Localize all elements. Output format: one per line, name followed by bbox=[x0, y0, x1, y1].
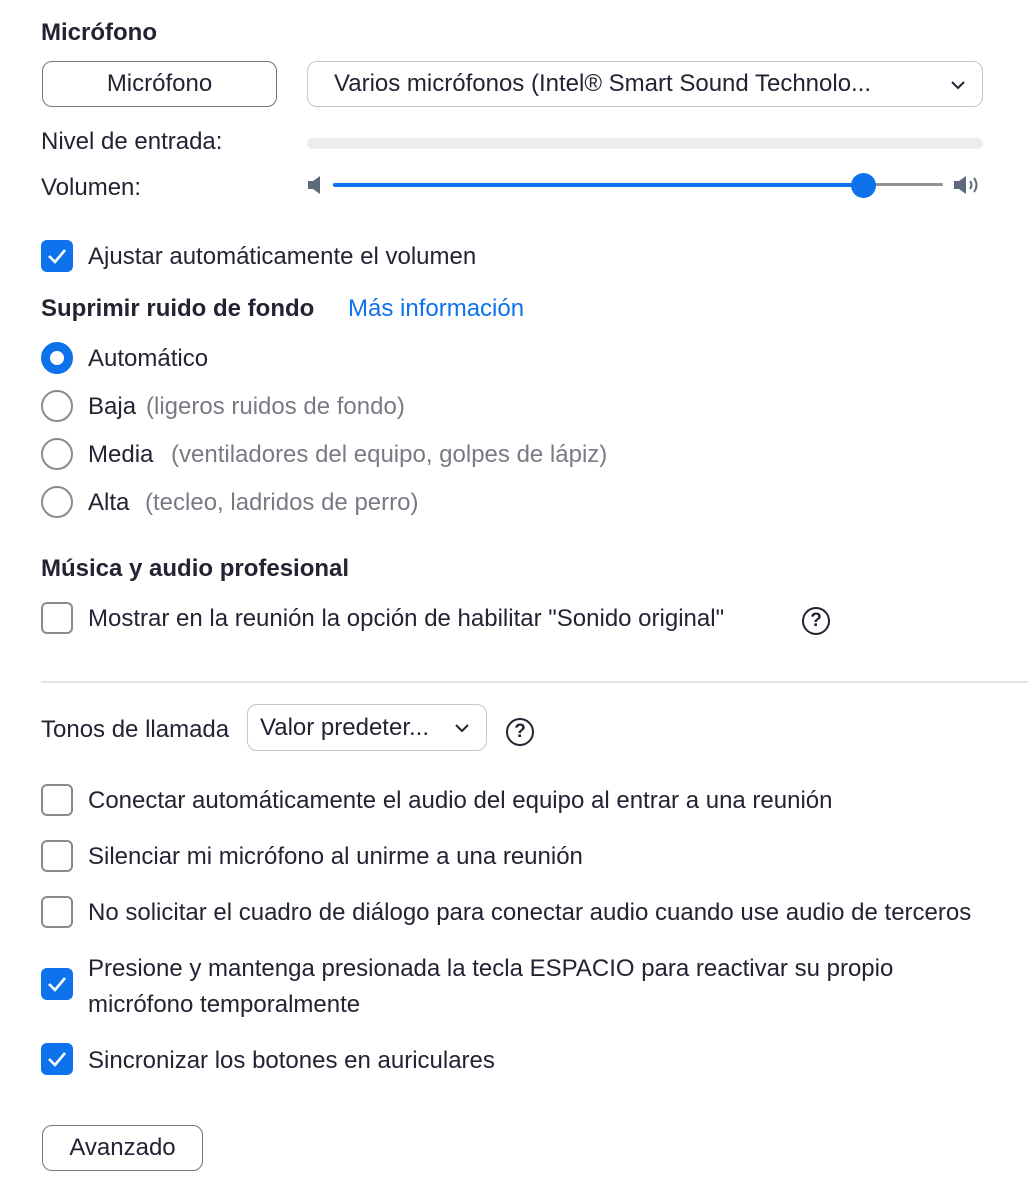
checkmark-icon bbox=[48, 249, 66, 264]
noise-radio-auto[interactable] bbox=[41, 342, 73, 374]
auto-join-audio-label: Conectar automáticamente el audio del eq… bbox=[88, 787, 833, 814]
music-audio-heading: Música y audio profesional bbox=[41, 555, 350, 582]
volume-slider[interactable] bbox=[333, 170, 943, 200]
microphone-heading: Micrófono bbox=[41, 19, 157, 46]
more-info-link[interactable]: Más información bbox=[348, 295, 524, 323]
volume-low-icon bbox=[308, 176, 320, 194]
chevron-down-icon bbox=[455, 724, 469, 733]
space-unmute-label-line1: Presione y mantenga presionada la tecla … bbox=[88, 955, 894, 982]
auto-adjust-volume-checkbox[interactable] bbox=[41, 240, 73, 272]
noise-option-label: Media bbox=[88, 441, 154, 468]
ringtone-value: Valor predeter... bbox=[260, 713, 429, 741]
advanced-button[interactable]: Avanzado bbox=[42, 1125, 203, 1171]
help-icon[interactable]: ? bbox=[506, 718, 534, 746]
volume-label: Volumen: bbox=[41, 174, 142, 201]
auto-join-audio-checkbox[interactable] bbox=[41, 784, 73, 816]
third-party-audio-checkbox[interactable] bbox=[41, 896, 73, 928]
noise-option-hint: (ligeros ruidos de fondo) bbox=[146, 393, 405, 420]
section-divider bbox=[41, 681, 1028, 683]
checkmark-icon bbox=[48, 1052, 66, 1067]
input-level-label: Nivel de entrada: bbox=[41, 128, 223, 155]
microphone-device-select[interactable]: Varios micrófonos (Intel® Smart Sound Te… bbox=[307, 61, 983, 107]
space-unmute-label-line2: micrófono temporalmente bbox=[88, 991, 361, 1018]
noise-option-hint: (ventiladores del equipo, golpes de lápi… bbox=[171, 441, 608, 468]
noise-option-label: Automático bbox=[88, 345, 209, 372]
volume-slider-thumb[interactable] bbox=[851, 173, 877, 198]
original-sound-label: Mostrar en la reunión la opción de habil… bbox=[88, 605, 725, 632]
original-sound-checkbox[interactable] bbox=[41, 602, 73, 634]
input-level-meter bbox=[307, 138, 983, 149]
microphone-device-value: Varios micrófonos (Intel® Smart Sound Te… bbox=[334, 70, 872, 97]
ringtone-select[interactable]: Valor predeter... bbox=[247, 704, 487, 751]
sync-headset-buttons-checkbox[interactable] bbox=[41, 1043, 73, 1075]
noise-option-hint: (tecleo, ladridos de perro) bbox=[145, 489, 419, 516]
help-icon[interactable]: ? bbox=[802, 607, 830, 635]
mute-on-join-label: Silenciar mi micrófono al unirme a una r… bbox=[88, 843, 583, 870]
chevron-down-icon bbox=[951, 81, 965, 90]
noise-radio-medium[interactable] bbox=[41, 438, 73, 470]
noise-suppression-heading: Suprimir ruido de fondo bbox=[41, 295, 315, 322]
space-unmute-checkbox[interactable] bbox=[41, 968, 73, 1000]
noise-option-label: Alta bbox=[88, 489, 130, 516]
third-party-audio-label: No solicitar el cuadro de diálogo para c… bbox=[88, 899, 972, 926]
volume-high-icon bbox=[954, 176, 978, 194]
mute-on-join-checkbox[interactable] bbox=[41, 840, 73, 872]
sync-headset-buttons-label: Sincronizar los botones en auriculares bbox=[88, 1047, 495, 1074]
noise-radio-high[interactable] bbox=[41, 486, 73, 518]
volume-slider-fill bbox=[333, 183, 864, 187]
auto-adjust-volume-label: Ajustar automáticamente el volumen bbox=[88, 243, 477, 270]
checkmark-icon bbox=[48, 977, 66, 992]
ringtone-label: Tonos de llamada bbox=[41, 716, 230, 743]
noise-option-label: Baja bbox=[88, 393, 137, 420]
test-microphone-button[interactable]: Micrófono bbox=[42, 61, 277, 107]
noise-radio-low[interactable] bbox=[41, 390, 73, 422]
